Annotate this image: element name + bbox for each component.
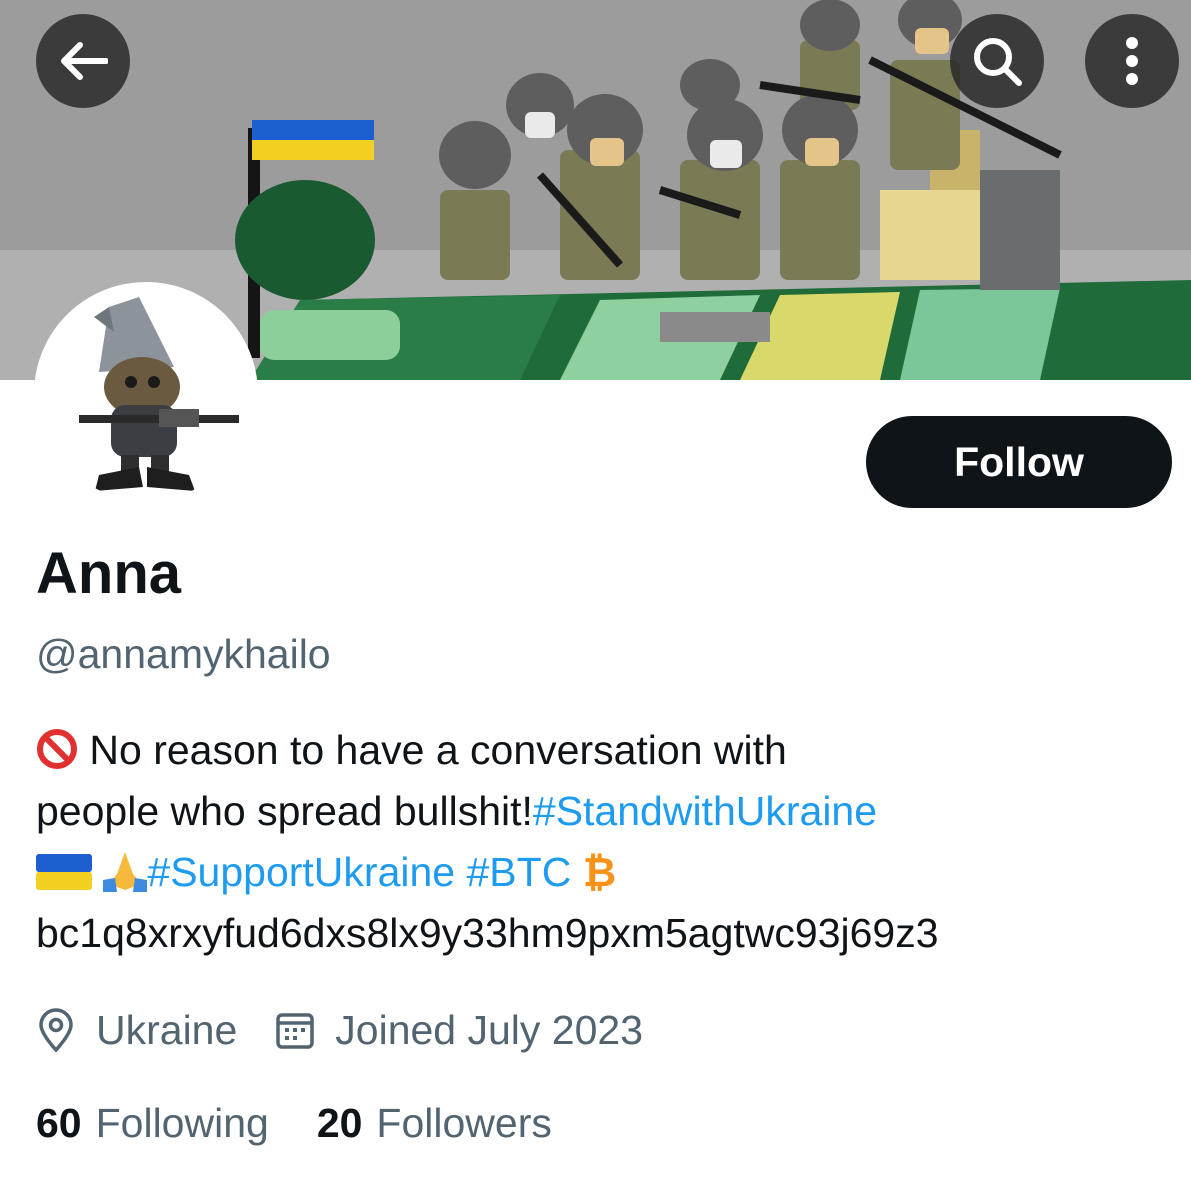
bio-wallet-address: bc1q8xrxyfud6dxs8lx9y33hm9pxm5agtwc93j69… xyxy=(36,910,939,956)
arrow-left-icon xyxy=(61,42,108,80)
search-button[interactable] xyxy=(950,14,1044,108)
followers-label: Followers xyxy=(376,1100,552,1146)
following-label: Following xyxy=(95,1100,269,1146)
followers-count: 20 xyxy=(316,1100,363,1146)
profile-avatar[interactable] xyxy=(34,282,258,506)
follow-button[interactable]: Follow xyxy=(866,416,1172,508)
bio-line-3: #SupportUkraine #BTC ₿ xyxy=(36,842,1156,903)
location-text: Ukraine xyxy=(96,1006,238,1053)
gnome-soldier-avatar xyxy=(79,297,239,491)
location-item: Ukraine xyxy=(36,1007,237,1054)
user-handle: @annamykhailo xyxy=(36,631,331,677)
bio-text-1: No reason to have a conversation with xyxy=(89,727,787,773)
more-options-button[interactable] xyxy=(1085,14,1179,108)
bitcoin-icon: ₿ xyxy=(582,849,617,895)
profile-meta: Ukraine Joined July 2023 xyxy=(36,1004,643,1056)
following-stat[interactable]: 60 Following xyxy=(36,1100,269,1147)
location-pin-icon xyxy=(39,1008,73,1052)
followers-stat[interactable]: 20 Followers xyxy=(317,1100,552,1147)
more-vertical-icon xyxy=(1126,37,1138,85)
joined-item: Joined July 2023 xyxy=(275,1007,643,1054)
follow-stats: 60 Following 20 Followers xyxy=(36,1100,552,1147)
praying-hands-icon xyxy=(103,852,148,892)
hashtag-supportukraine[interactable]: #SupportUkraine xyxy=(147,849,455,895)
ukraine-flag-icon xyxy=(36,854,92,890)
hashtag-btc[interactable]: #BTC xyxy=(467,849,572,895)
following-count: 60 xyxy=(36,1100,82,1146)
back-button[interactable] xyxy=(36,14,130,108)
bio-text-2: people who spread bullshit! xyxy=(36,788,533,834)
prohibited-icon xyxy=(37,729,77,769)
search-icon xyxy=(974,38,1022,86)
bio-line-2: people who spread bullshit!#StandwithUkr… xyxy=(36,781,1156,842)
bio-line-1: No reason to have a conversation with xyxy=(36,720,1156,781)
hashtag-standwithukraine[interactable]: #StandwithUkraine xyxy=(533,788,877,834)
calendar-icon xyxy=(276,1013,315,1049)
joined-text: Joined July 2023 xyxy=(335,1006,644,1053)
display-name: Anna xyxy=(36,541,181,606)
profile-bio: No reason to have a conversation with pe… xyxy=(36,720,1156,964)
